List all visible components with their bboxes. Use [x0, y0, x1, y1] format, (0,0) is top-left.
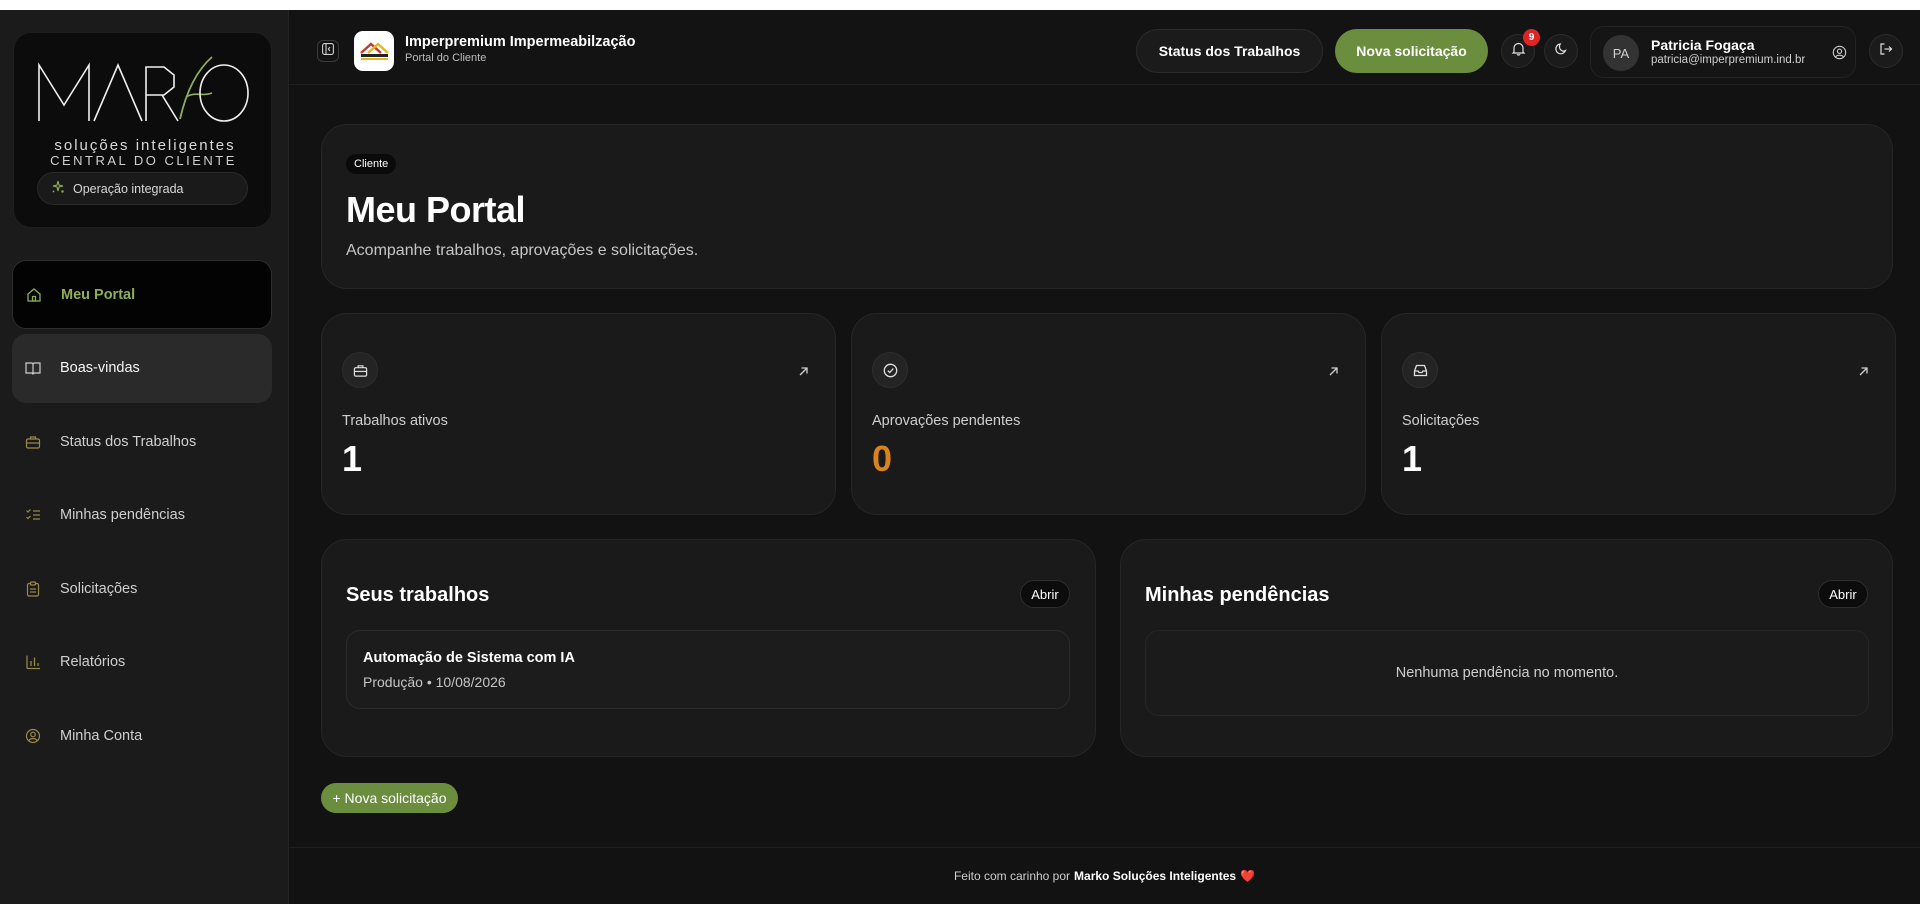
sidebar-item-status-trabalhos[interactable]: Status dos Trabalhos — [12, 407, 272, 476]
clipboard-icon — [24, 580, 42, 598]
marko-logo: soluções inteligentes — [36, 53, 252, 163]
user-circle-icon — [24, 727, 42, 745]
nova-solicitacao-button[interactable]: Nova solicitação — [1335, 29, 1488, 73]
pending-panel: Minhas pendências Abrir Nenhuma pendênci… — [1120, 539, 1893, 757]
panel-left-icon — [322, 42, 334, 60]
moon-icon — [1554, 42, 1568, 61]
inbox-icon — [1402, 352, 1438, 388]
stat-label: Aprovações pendentes — [872, 413, 1021, 429]
empty-state: Nenhuma pendência no momento. — [1145, 630, 1869, 716]
arrow-up-right-icon[interactable] — [798, 364, 809, 382]
open-pending-button[interactable]: Abrir — [1818, 580, 1868, 608]
job-title: Automação de Sistema com IA — [363, 650, 575, 666]
user-email: patricia@imperpremium.ind.br — [1651, 54, 1806, 66]
theme-toggle-button[interactable] — [1544, 34, 1578, 68]
sidebar-nav: Meu Portal Boas-vindas Status dos Trabal… — [12, 260, 272, 775]
arrow-up-right-icon[interactable] — [1328, 364, 1339, 382]
sidebar-item-pendencias[interactable]: Minhas pendências — [12, 481, 272, 550]
sidebar-toggle-button[interactable] — [317, 40, 339, 62]
user-menu[interactable]: PA Patricia Fogaça patricia@imperpremium… — [1590, 26, 1856, 78]
sidebar-item-label: Status dos Trabalhos — [60, 433, 197, 450]
sidebar-item-meu-portal[interactable]: Meu Portal — [12, 260, 272, 329]
job-meta: Produção • 10/08/2026 — [363, 674, 506, 690]
company-logo — [354, 31, 394, 71]
sidebar-item-relatorios[interactable]: Relatórios — [12, 628, 272, 697]
status-pill-label: Operação integrada — [73, 181, 184, 196]
company-subtitle: Portal do Cliente — [405, 52, 487, 64]
sidebar: soluções inteligentes CENTRAL DO CLIENTE… — [0, 10, 289, 904]
user-name: Patricia Fogaça — [1651, 37, 1755, 53]
add-request-button[interactable]: + Nova solicitação — [321, 783, 458, 813]
briefcase-icon — [24, 433, 42, 451]
stat-value: 1 — [1402, 438, 1423, 479]
sidebar-item-boas-vindas[interactable]: Boas-vindas — [12, 333, 272, 403]
book-open-icon — [24, 359, 42, 377]
sidebar-item-label: Minha Conta — [60, 727, 143, 744]
sparkles-icon — [51, 180, 65, 197]
panel-title: Seus trabalhos — [346, 584, 490, 606]
footer-prefix: Feito com carinho por — [953, 869, 1071, 883]
sidebar-item-label: Meu Portal — [61, 286, 136, 303]
central-label: CENTRAL DO CLIENTE — [50, 153, 237, 168]
notifications-button[interactable]: 9 — [1501, 29, 1540, 68]
list-item[interactable]: Automação de Sistema com IA Produção • 1… — [346, 630, 1070, 709]
company-name: Imperpremium Impermeabilzação — [405, 34, 636, 50]
status-trabalhos-button[interactable]: Status dos Trabalhos — [1136, 29, 1323, 73]
sidebar-item-solicitacoes[interactable]: Solicitações — [12, 554, 272, 623]
logout-button[interactable] — [1869, 34, 1903, 68]
brand-tagline: soluções inteligentes — [54, 137, 236, 154]
panel-title: Minhas pendências — [1145, 584, 1330, 606]
stat-label: Solicitações — [1402, 413, 1480, 429]
top-bar: Imperpremium Impermeabilzação Portal do … — [289, 10, 1920, 85]
page-title: Meu Portal — [346, 189, 526, 230]
notification-badge: 9 — [1523, 29, 1540, 46]
arrow-up-right-icon[interactable] — [1858, 364, 1869, 382]
sidebar-item-label: Boas-vindas — [60, 360, 140, 376]
sidebar-item-minha-conta[interactable]: Minha Conta — [12, 701, 272, 770]
bar-chart-icon — [24, 653, 42, 671]
stat-value: 1 — [342, 438, 363, 479]
stat-card-solicitacoes[interactable]: Solicitações 1 — [1381, 313, 1896, 515]
page-subtitle: Acompanhe trabalhos, aprovações e solici… — [346, 242, 699, 259]
role-chip: Cliente — [346, 154, 397, 174]
home-icon — [25, 286, 43, 304]
brand-card: soluções inteligentes CENTRAL DO CLIENTE… — [13, 32, 272, 228]
hero-card: Cliente Meu Portal Acompanhe trabalhos, … — [321, 124, 1893, 289]
main-area: Imperpremium Impermeabilzação Portal do … — [289, 10, 1920, 904]
heart-icon: ❤️ — [1240, 869, 1256, 883]
list-checks-icon — [24, 506, 42, 524]
app-window: soluções inteligentes CENTRAL DO CLIENTE… — [0, 10, 1920, 904]
stat-card-trabalhos-ativos[interactable]: Trabalhos ativos 1 — [321, 313, 836, 515]
briefcase-icon — [342, 352, 378, 388]
sidebar-item-label: Solicitações — [60, 580, 138, 597]
user-circle-icon[interactable] — [1832, 45, 1847, 65]
check-circle-icon — [872, 352, 908, 388]
bell-icon — [1511, 41, 1526, 61]
logout-icon — [1879, 42, 1893, 61]
footer: Feito com carinho por Marko Soluções Int… — [289, 847, 1920, 904]
sidebar-item-label: Relatórios — [60, 654, 126, 670]
jobs-panel: Seus trabalhos Abrir Automação de Sistem… — [321, 539, 1096, 757]
footer-brand: Marko Soluções Inteligentes — [1074, 869, 1237, 883]
stat-label: Trabalhos ativos — [342, 413, 448, 429]
open-jobs-button[interactable]: Abrir — [1020, 580, 1070, 608]
status-pill: Operação integrada — [37, 172, 248, 205]
stat-value: 0 — [872, 438, 893, 479]
avatar: PA — [1603, 35, 1639, 71]
stat-card-aprovacoes-pendentes[interactable]: Aprovações pendentes 0 — [851, 313, 1366, 515]
sidebar-item-label: Minhas pendências — [60, 507, 185, 523]
